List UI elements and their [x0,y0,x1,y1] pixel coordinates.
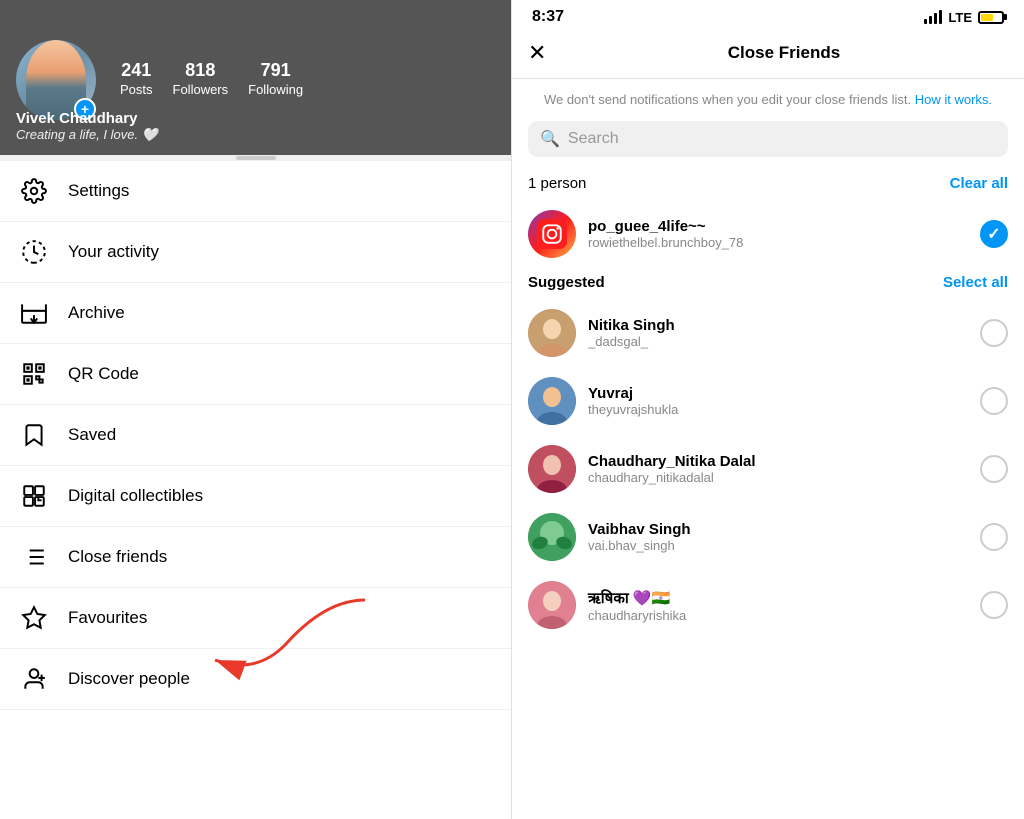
menu-label-settings: Settings [68,181,129,201]
followers-stat: 818 Followers [173,60,229,99]
menu-label-close-friends: Close friends [68,547,167,567]
discover-icon [20,665,48,693]
selected-friend-name: po_guee_4life~~ [588,218,968,235]
subtitle-text: We don't send notifications when you edi… [512,79,1024,113]
clear-all-button[interactable]: Clear all [950,175,1008,192]
profile-stats: 241 Posts 818 Followers 791 Following [120,60,303,99]
suggested-friend-handle-2: theyuvrajshukla [588,402,968,417]
suggested-friend-info-1: Nitika Singh _dadsgal_ [588,317,968,349]
following-stat: 791 Following [248,60,303,99]
how-it-works-link[interactable]: How it works. [915,92,992,107]
suggested-friend-info-3: Chaudhary_Nitika Dalal chaudhary_nitikad… [588,453,968,485]
suggested-friend-handle-4: vai.bhav_singh [588,538,968,553]
selected-friend-check[interactable]: ✓ [980,220,1008,248]
suggested-friend-check-2[interactable] [980,387,1008,415]
suggested-friend-1: Nitika Singh _dadsgal_ [512,299,1024,367]
menu-item-saved[interactable]: Saved [0,405,511,466]
search-wrap: 🔍 Search [512,113,1024,169]
suggested-friend-check-4[interactable] [980,523,1008,551]
menu-item-archive[interactable]: Archive [0,283,511,344]
lte-label: LTE [948,10,972,25]
suggested-friend-handle-5: chaudharyrishika [588,608,968,623]
menu-item-settings[interactable]: Settings [0,161,511,222]
suggested-friend-check-3[interactable] [980,455,1008,483]
profile-header: + 241 Posts 818 Followers 791 Following … [0,0,511,155]
suggested-friend-name-5: ऋषिका 💜🇮🇳 [588,588,968,608]
menu-label-favourites: Favourites [68,608,147,628]
suggested-friend-check-5[interactable] [980,591,1008,619]
menu-item-favourites[interactable]: Favourites [0,588,511,649]
activity-icon [20,238,48,266]
selected-friend-handle: rowiethelbel.brunchboy_78 [588,235,968,250]
close-friends-icon [20,543,48,571]
profile-name: Vivek Chaudhary [16,110,158,127]
menu-label-archive: Archive [68,303,125,323]
menu-item-your-activity[interactable]: Your activity [0,222,511,283]
profile-bio: Creating a life, I love. 🤍 [16,127,158,143]
suggested-friend-3: Chaudhary_Nitika Dalal chaudhary_nitikad… [512,435,1024,503]
menu-label-digital-collectibles: Digital collectibles [68,486,203,506]
friend-avatar-4 [528,513,576,561]
suggested-friend-info-4: Vaibhav Singh vai.bhav_singh [588,521,968,553]
panel-title: Close Friends [560,43,1008,63]
menu-label-your-activity: Your activity [68,242,159,262]
menu-label-qr-code: QR Code [68,364,139,384]
friend-avatar-1 [528,309,576,357]
suggested-friend-info-5: ऋषिका 💜🇮🇳 chaudharyrishika [588,588,968,623]
suggested-friend-handle-3: chaudhary_nitikadalal [588,470,968,485]
selected-friend-item: po_guee_4life~~ rowiethelbel.brunchboy_7… [512,200,1024,268]
avatar: + [16,40,96,120]
menu-label-discover-people: Discover people [68,669,190,689]
friend-avatar-3 [528,445,576,493]
collectibles-icon [20,482,48,510]
suggested-friend-info-2: Yuvraj theyuvrajshukla [588,385,968,417]
menu-item-close-friends[interactable]: Close friends [0,527,511,588]
suggested-friend-5: ऋषिका 💜🇮🇳 chaudharyrishika [512,571,1024,639]
profile-info: Vivek Chaudhary Creating a life, I love.… [16,110,158,143]
selected-count: 1 person [528,175,586,192]
suggested-friend-check-1[interactable] [980,319,1008,347]
panel-header: ✕ Close Friends [512,32,1024,79]
close-button[interactable]: ✕ [528,40,560,66]
battery-icon [978,11,1004,24]
archive-icon [20,299,48,327]
suggested-label: Suggested [528,274,605,291]
saved-icon [20,421,48,449]
suggested-header: Suggested Select all [512,268,1024,299]
suggested-friend-name-2: Yuvraj [588,385,968,402]
suggested-friend-4: Vaibhav Singh vai.bhav_singh [512,503,1024,571]
suggested-friend-name-1: Nitika Singh [588,317,968,334]
status-bar: 8:37 LTE [512,0,1024,32]
select-all-button[interactable]: Select all [943,274,1008,291]
friend-avatar-5 [528,581,576,629]
suggested-friend-name-3: Chaudhary_Nitika Dalal [588,453,968,470]
suggested-friend-2: Yuvraj theyuvrajshukla [512,367,1024,435]
signal-icon [924,10,942,24]
right-panel: 8:37 LTE ✕ Close Friends We don't send n… [512,0,1024,819]
friend-avatar-selected [528,210,576,258]
selected-count-header: 1 person Clear all [512,169,1024,200]
qr-icon [20,360,48,388]
suggested-friend-handle-1: _dadsgal_ [588,334,968,349]
friend-avatar-2 [528,377,576,425]
settings-icon [20,177,48,205]
posts-stat: 241 Posts [120,60,153,99]
selected-friend-info: po_guee_4life~~ rowiethelbel.brunchboy_7… [588,218,968,250]
menu-item-discover-people[interactable]: Discover people [0,649,511,710]
menu-list: Settings Your activity [0,161,511,819]
favourites-icon [20,604,48,632]
menu-label-saved: Saved [68,425,116,445]
status-time: 8:37 [532,8,564,26]
suggested-friend-name-4: Vaibhav Singh [588,521,968,538]
status-icons: LTE [924,10,1004,25]
menu-item-qr-code[interactable]: QR Code [0,344,511,405]
menu-item-digital-collectibles[interactable]: Digital collectibles [0,466,511,527]
search-icon: 🔍 [540,129,560,149]
search-box[interactable]: 🔍 Search [528,121,1008,157]
search-placeholder: Search [568,130,619,148]
